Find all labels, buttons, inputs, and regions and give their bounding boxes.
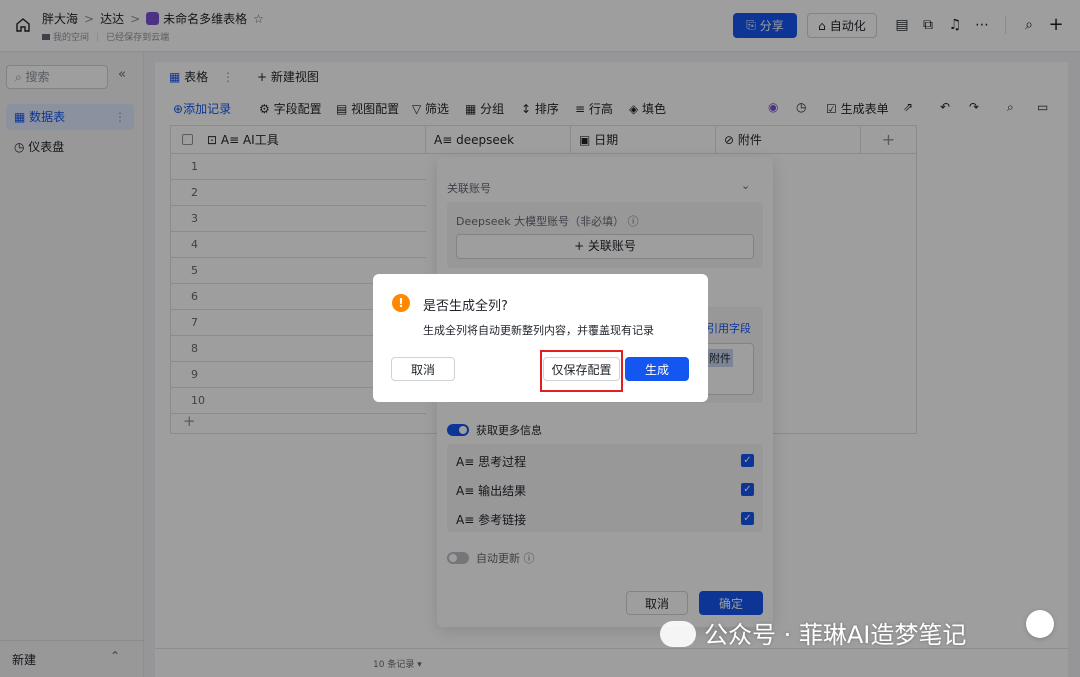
floating-help-button[interactable]	[1026, 610, 1054, 638]
watermark: 公众号 · 菲琳AI造梦笔记	[660, 615, 966, 650]
dialog-cancel-button[interactable]: 取消	[391, 357, 455, 381]
watermark-text: 公众号 · 菲琳AI造梦笔记	[704, 621, 967, 649]
dialog-title: 是否生成全列?	[423, 299, 508, 314]
warning-icon: !	[392, 294, 410, 312]
generate-button[interactable]: 生成	[625, 357, 689, 381]
annotation-highlight-box	[540, 350, 623, 392]
dialog-description: 生成全列将自动更新整列内容，并覆盖现有记录	[423, 324, 654, 337]
wechat-logo-icon	[660, 621, 696, 647]
